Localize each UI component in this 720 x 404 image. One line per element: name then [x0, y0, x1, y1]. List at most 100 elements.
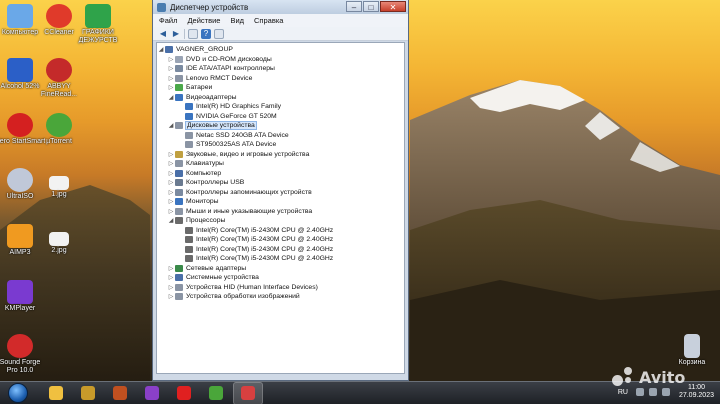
- tree-item-label: Клавиатуры: [186, 160, 224, 168]
- tree-category[interactable]: ▷ Системные устройства: [157, 273, 404, 283]
- back-icon[interactable]: ◀: [158, 29, 168, 39]
- tree-device[interactable]: Intel(R) Core(TM) i5-2430M CPU @ 2.40GHz: [157, 254, 404, 264]
- desktop-icon-1-jpg[interactable]: 1.jpg: [33, 176, 85, 199]
- window-titlebar[interactable]: Диспетчер устройств – □ ✕: [153, 0, 408, 14]
- taskbar-app[interactable]: [42, 383, 70, 404]
- tree-expander-icon[interactable]: ▷: [167, 84, 175, 91]
- tree-item-label: ST9500325AS ATA Device: [196, 141, 277, 149]
- tree-expander-icon[interactable]: ▷: [167, 198, 175, 205]
- tree-expander-icon[interactable]: ▷: [167, 179, 175, 186]
- avito-logo-icon: [612, 367, 636, 387]
- device-icon: [175, 122, 183, 130]
- menu-help[interactable]: Справка: [254, 16, 283, 25]
- tree-item-label: Контроллеры USB: [186, 179, 245, 187]
- taskbar-app[interactable]: [233, 381, 263, 404]
- tree-device[interactable]: ST9500325AS ATA Device: [157, 140, 404, 150]
- tree-category[interactable]: ▷ Устройства HID (Human Interface Devices…: [157, 283, 404, 293]
- tree-device[interactable]: Intel(R) HD Graphics Family: [157, 102, 404, 112]
- tree-category[interactable]: ▷ IDE ATA/ATAPI контроллеры: [157, 64, 404, 74]
- tree-item-label: Дисковые устройства: [185, 121, 257, 131]
- tree-category[interactable]: ▷ Контроллеры запоминающих устройств: [157, 188, 404, 198]
- start-button[interactable]: [8, 383, 28, 403]
- menu-action[interactable]: Действие: [187, 16, 220, 25]
- tree-item-label: NVIDIA GeForce GT 520M: [196, 112, 277, 120]
- device-icon: [175, 150, 183, 158]
- close-button[interactable]: ✕: [380, 1, 406, 12]
- tree-expander-icon[interactable]: ▷: [167, 274, 175, 281]
- tree-device[interactable]: Intel(R) Core(TM) i5-2430M CPU @ 2.40GHz: [157, 226, 404, 236]
- tree-category[interactable]: ◢ Видеоадаптеры: [157, 93, 404, 103]
- device-icon: [175, 65, 183, 73]
- tree-category[interactable]: ▷ Сетевые адаптеры: [157, 264, 404, 274]
- tree-expander-icon[interactable]: ▷: [167, 170, 175, 177]
- menu-view[interactable]: Вид: [230, 16, 244, 25]
- tree-expander-icon[interactable]: ◢: [157, 46, 165, 53]
- help-icon[interactable]: ?: [201, 28, 211, 39]
- tree-expander-icon[interactable]: ◢: [167, 122, 175, 129]
- tree-device[interactable]: NVIDIA GeForce GT 520M: [157, 112, 404, 122]
- tree-device[interactable]: Netac SSD 240GB ATA Device: [157, 131, 404, 141]
- tree-expander-icon[interactable]: ▷: [167, 189, 175, 196]
- utorrent-icon: [46, 113, 72, 137]
- tree-expander-icon[interactable]: ▷: [167, 56, 175, 63]
- tree-category[interactable]: ▷ Батареи: [157, 83, 404, 93]
- desktop-icon-2-jpg[interactable]: 2.jpg: [33, 232, 85, 255]
- menu-file[interactable]: Файл: [159, 16, 177, 25]
- computer-icon: [7, 4, 33, 28]
- tree-category[interactable]: ▷ DVD и CD-ROM дисководы: [157, 55, 404, 65]
- tree-category[interactable]: ▷ Мониторы: [157, 197, 404, 207]
- aimp-icon: [7, 224, 33, 248]
- desktop-icon-duty-schedules[interactable]: ГРАФИКИ ДЕЖУРСТВ: [72, 4, 124, 45]
- tree-category[interactable]: ▷ Контроллеры USB: [157, 178, 404, 188]
- tree-category[interactable]: ▷ Звуковые, видео и игровые устройства: [157, 150, 404, 160]
- tree-expander-icon[interactable]: ▷: [167, 208, 175, 215]
- device-icon: [175, 217, 183, 225]
- tree-expander-icon[interactable]: ◢: [167, 217, 175, 224]
- desktop-icon-utorrent[interactable]: µTorrent: [33, 113, 85, 146]
- taskbar-app[interactable]: [74, 383, 102, 404]
- tree-category[interactable]: ▷ Lenovo RMCT Device: [157, 74, 404, 84]
- visual-studio-icon: [145, 386, 159, 400]
- device-icon: [175, 198, 183, 206]
- tree-expander-icon[interactable]: ▷: [167, 293, 175, 300]
- tree-category[interactable]: ▷ Устройства обработки изображений: [157, 292, 404, 302]
- alcohol-icon: [7, 58, 33, 82]
- tree-device[interactable]: Intel(R) Core(TM) i5-2430M CPU @ 2.40GHz: [157, 235, 404, 245]
- device-icon: [175, 84, 183, 92]
- maximize-button[interactable]: □: [363, 1, 379, 12]
- taskbar-app[interactable]: [138, 383, 166, 404]
- scan-icon[interactable]: [214, 28, 224, 39]
- tree-expander-icon[interactable]: ▷: [167, 265, 175, 272]
- tree-item-label: Устройства HID (Human Interface Devices): [186, 283, 318, 291]
- tree-device[interactable]: Intel(R) Core(TM) i5-2430M CPU @ 2.40GHz: [157, 245, 404, 255]
- device-icon: [175, 160, 183, 168]
- desktop-icon-sound-forge[interactable]: Sound Forge Pro 10.0: [0, 334, 46, 375]
- tree-category[interactable]: ▷ Компьютер: [157, 169, 404, 179]
- tree-expander-icon[interactable]: ▷: [167, 284, 175, 291]
- tree-category[interactable]: ◢ Дисковые устройства: [157, 121, 404, 131]
- kmplayer-icon: [7, 280, 33, 304]
- tree-expander-icon[interactable]: ◢: [167, 94, 175, 101]
- tree-item-label: DVD и CD-ROM дисководы: [186, 55, 272, 63]
- device-icon: [175, 179, 183, 187]
- tree-expander-icon[interactable]: ▷: [167, 65, 175, 72]
- taskbar-app[interactable]: [202, 383, 230, 404]
- properties-icon[interactable]: [188, 28, 198, 39]
- tree-expander-icon[interactable]: ▷: [167, 160, 175, 167]
- tree-category[interactable]: ▷ Мыши и иные указывающие устройства: [157, 207, 404, 217]
- desktop-icon-kmplayer[interactable]: KMPlayer: [0, 280, 46, 313]
- toolbar-separator: [184, 28, 185, 39]
- taskbar-app[interactable]: [106, 383, 134, 404]
- minimize-button[interactable]: –: [346, 1, 362, 12]
- device-manager-icon: [157, 2, 166, 12]
- tree-item-label: Netac SSD 240GB ATA Device: [196, 131, 289, 139]
- taskbar-app[interactable]: [170, 383, 198, 404]
- ccleaner-icon: [46, 4, 72, 28]
- tree-root[interactable]: ◢ VAGNER_GROUP: [157, 45, 404, 55]
- desktop-icon-abbyy[interactable]: ABBYY FineRead...: [33, 58, 85, 99]
- forward-icon[interactable]: ▶: [171, 29, 181, 39]
- tree-expander-icon[interactable]: ▷: [167, 75, 175, 82]
- tree-category[interactable]: ◢ Процессоры: [157, 216, 404, 226]
- tree-category[interactable]: ▷ Клавиатуры: [157, 159, 404, 169]
- tree-expander-icon[interactable]: ▷: [167, 151, 175, 158]
